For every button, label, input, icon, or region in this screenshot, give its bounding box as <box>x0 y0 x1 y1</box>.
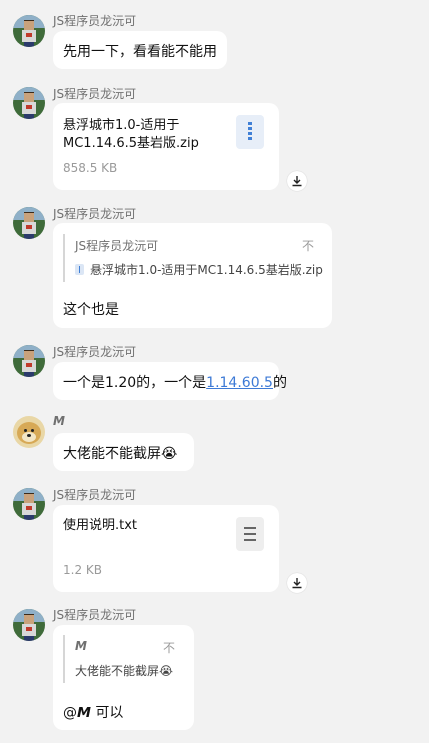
message-bubble[interactable]: JS程序员龙沅可 不 悬浮城市1.0-适用于MC1.14.6.5基岩版.zip … <box>53 223 332 328</box>
text-after: 的 <box>272 375 287 391</box>
message-text: 大佬能不能截屏😭 <box>63 443 177 463</box>
file-name: 悬浮城市1.0-适用于MC1.14.6.5基岩版.zip <box>63 118 199 151</box>
avatar[interactable] <box>13 488 45 520</box>
avatar[interactable] <box>13 15 45 47</box>
sender-name: 𝙈 <box>53 414 65 428</box>
sender-name: JS程序员龙沅可 <box>53 207 137 221</box>
avatar[interactable] <box>13 609 45 641</box>
download-button[interactable] <box>287 171 307 191</box>
message-text: 这个也是 <box>63 302 119 318</box>
quote-block[interactable]: JS程序员龙沅可 不 悬浮城市1.0-适用于MC1.14.6.5基岩版.zip <box>63 234 323 282</box>
file-card[interactable]: 悬浮城市1.0-适用于MC1.14.6.5基岩版.zip 858.5 KB <box>53 103 279 190</box>
message-bubble[interactable]: 大佬能不能截屏😭 <box>53 433 194 471</box>
quote-text: 悬浮城市1.0-适用于MC1.14.6.5基岩版.zip <box>75 261 323 278</box>
quote-sender: 𝙈 <box>75 639 87 653</box>
avatar[interactable] <box>13 207 45 239</box>
file-name: 使用说明.txt <box>63 518 138 533</box>
zip-icon <box>236 115 264 149</box>
sender-name: JS程序员龙沅可 <box>53 608 137 622</box>
message-text: 一个是1.20的，一个是1.14.60.5的 <box>63 372 287 392</box>
sender-name: JS程序员龙沅可 <box>53 14 137 28</box>
download-icon <box>292 176 302 187</box>
file-icon <box>75 264 84 275</box>
message-bubble[interactable]: 先用一下，看看能不能用 <box>53 31 227 69</box>
download-button[interactable] <box>287 573 307 593</box>
avatar[interactable] <box>13 345 45 377</box>
crying-emoji-icon: 😭 <box>161 446 178 462</box>
download-icon <box>292 578 302 589</box>
quote-mark: 不 <box>163 641 176 655</box>
sender-name: JS程序员龙沅可 <box>53 87 137 101</box>
message-bubble[interactable]: 一个是1.20的，一个是1.14.60.5的 <box>53 362 287 400</box>
quote-sender: JS程序员龙沅可 <box>75 239 159 253</box>
sender-name: JS程序员龙沅可 <box>53 345 137 359</box>
quote-text: 大佬能不能截屏😭 <box>75 664 174 678</box>
version-link[interactable]: 1.14.60.5 <box>206 375 273 391</box>
file-card[interactable]: 使用说明.txt 1.2 KB <box>53 505 279 592</box>
message-text: 先用一下，看看能不能用 <box>63 44 217 60</box>
avatar[interactable] <box>13 416 45 448</box>
quote-block[interactable]: 𝙈 不 大佬能不能截屏😭 <box>63 635 183 683</box>
file-size: 858.5 KB <box>63 161 118 175</box>
message-text-body: 大佬能不能截屏 <box>63 446 161 462</box>
avatar[interactable] <box>13 87 45 119</box>
txt-icon <box>236 517 264 551</box>
file-size: 1.2 KB <box>63 563 102 577</box>
message-text: @𝙈 可以 <box>63 705 124 721</box>
text-before: 一个是1.20的，一个是 <box>63 375 207 391</box>
sender-name: JS程序员龙沅可 <box>53 488 137 502</box>
quote-mark: 不 <box>302 239 315 253</box>
quote-file-name: 悬浮城市1.0-适用于MC1.14.6.5基岩版.zip <box>90 263 323 277</box>
message-bubble[interactable]: 𝙈 不 大佬能不能截屏😭 @𝙈 可以 <box>53 625 194 730</box>
